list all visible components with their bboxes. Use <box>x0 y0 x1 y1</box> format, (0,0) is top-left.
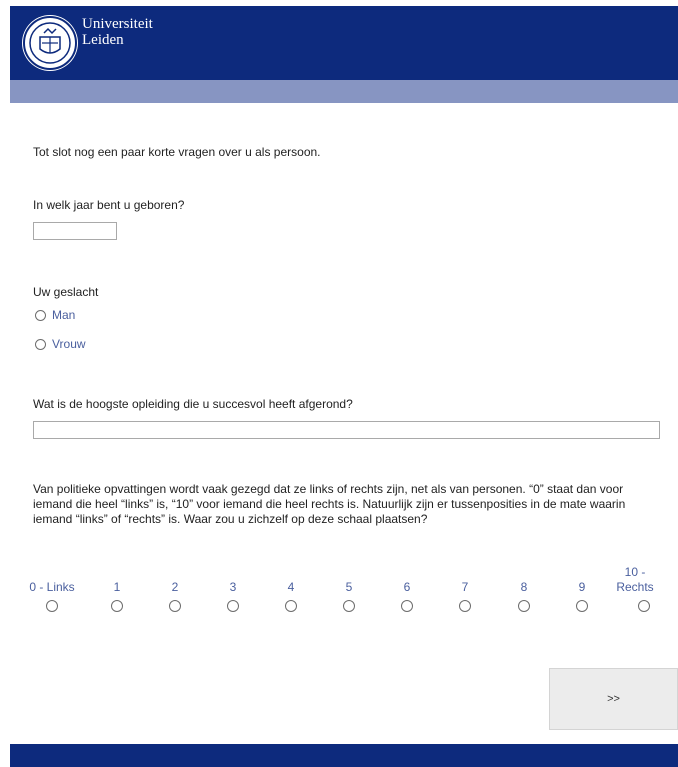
gender-label-man: Man <box>52 308 76 322</box>
scale-radio-7[interactable] <box>459 600 471 612</box>
scale-radio-9[interactable] <box>576 600 588 612</box>
scale-label-9: 9 <box>578 580 586 594</box>
scale-label-6: 6 <box>403 580 411 594</box>
gender-question: Uw geslacht <box>33 285 99 299</box>
gender-option-man[interactable]: Man <box>35 307 75 323</box>
leiden-university-seal-icon <box>22 15 78 71</box>
scale-label-3: 3 <box>229 580 237 594</box>
scale-label-0: 0 - Links <box>29 580 75 594</box>
scale-label-7: 7 <box>461 580 469 594</box>
scale-label-10: 10 - Rechts <box>616 565 654 594</box>
next-button[interactable]: >> <box>549 668 678 730</box>
scale-radio-2[interactable] <box>169 600 181 612</box>
logo-line-1: Universiteit <box>82 16 153 32</box>
logo-line-2: Leiden <box>82 32 124 48</box>
scale-label-5: 5 <box>345 580 353 594</box>
birthyear-question: In welk jaar bent u geboren? <box>33 198 185 212</box>
gender-option-vrouw[interactable]: Vrouw <box>35 336 86 352</box>
scale-radio-10[interactable] <box>638 600 650 612</box>
radio-man[interactable] <box>35 309 46 321</box>
scale-radio-4[interactable] <box>285 600 297 612</box>
scale-label-8: 8 <box>520 580 528 594</box>
scale-label-2: 2 <box>171 580 179 594</box>
gender-label-vrouw: Vrouw <box>52 337 86 351</box>
education-input[interactable] <box>33 421 660 439</box>
political-scale-question: Van politieke opvattingen wordt vaak gez… <box>33 482 626 526</box>
intro-text: Tot slot nog een paar korte vragen over … <box>33 145 321 159</box>
birthyear-input[interactable] <box>33 222 117 240</box>
scale-radio-0[interactable] <box>46 600 58 612</box>
header-band <box>10 80 678 103</box>
education-question: Wat is de hoogste opleiding die u succes… <box>33 397 353 411</box>
scale-radio-3[interactable] <box>227 600 239 612</box>
scale-label-1: 1 <box>113 580 121 594</box>
footer-bar <box>10 744 678 767</box>
scale-label-4: 4 <box>287 580 295 594</box>
scale-radio-6[interactable] <box>401 600 413 612</box>
scale-radio-1[interactable] <box>111 600 123 612</box>
university-logo-text: Universiteit Leiden <box>82 16 153 48</box>
scale-radio-8[interactable] <box>518 600 530 612</box>
scale-radio-5[interactable] <box>343 600 355 612</box>
header-bar: Universiteit Leiden <box>10 6 678 80</box>
radio-vrouw[interactable] <box>35 338 46 350</box>
